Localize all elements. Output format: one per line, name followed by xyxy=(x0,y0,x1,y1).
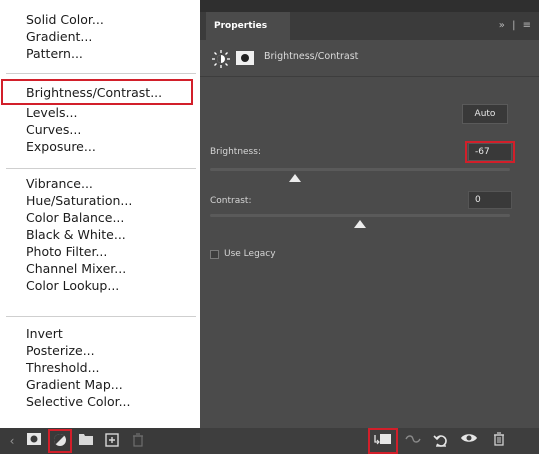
panel-tabbar: Properties » | ≡ xyxy=(200,12,539,40)
menu-item-black-white[interactable]: Black & White... xyxy=(26,227,126,243)
trash-icon[interactable] xyxy=(490,432,508,450)
folder-icon[interactable] xyxy=(78,433,94,449)
menu-item-posterize[interactable]: Posterize... xyxy=(26,343,95,359)
menu-item-exposure[interactable]: Exposure... xyxy=(26,139,96,155)
menu-item-gradient[interactable]: Gradient... xyxy=(26,29,92,45)
brightness-label: Brightness: xyxy=(210,147,261,157)
view-previous-state-icon[interactable] xyxy=(404,432,422,450)
menu-item-threshold[interactable]: Threshold... xyxy=(26,360,100,376)
layer-mask-icon[interactable] xyxy=(26,433,42,449)
properties-header: Brightness/Contrast xyxy=(200,40,539,77)
panel-topbar xyxy=(200,0,539,12)
layers-toolbar: ‹ xyxy=(0,428,200,454)
layer-mask-icon[interactable] xyxy=(236,51,254,65)
highlight-box xyxy=(465,141,515,163)
menu-separator xyxy=(6,168,196,169)
link-icon[interactable]: ‹ xyxy=(4,433,20,449)
brightness-slider-track[interactable] xyxy=(210,168,510,171)
use-legacy-label: Use Legacy xyxy=(224,249,276,259)
menu-item-channel-mixer[interactable]: Channel Mixer... xyxy=(26,261,126,277)
visibility-eye-icon[interactable] xyxy=(460,432,478,450)
menu-item-pattern[interactable]: Pattern... xyxy=(26,46,83,62)
panel-menu-icon[interactable]: » | ≡ xyxy=(499,20,533,31)
properties-panel: Properties » | ≡ Brightness/Contrast Aut… xyxy=(200,0,539,454)
tab-properties[interactable]: Properties xyxy=(206,12,290,40)
menu-item-photo-filter[interactable]: Photo Filter... xyxy=(26,244,107,260)
highlight-box xyxy=(368,428,398,454)
trash-icon[interactable] xyxy=(130,433,146,449)
new-layer-icon[interactable] xyxy=(104,433,120,449)
menu-item-gradient-map[interactable]: Gradient Map... xyxy=(26,377,123,393)
properties-bottom-bar xyxy=(200,428,539,454)
highlight-box xyxy=(48,429,72,453)
menu-item-color-lookup[interactable]: Color Lookup... xyxy=(26,278,119,294)
contrast-label: Contrast: xyxy=(210,196,252,206)
brightness-slider-thumb[interactable] xyxy=(289,174,301,182)
menu-item-vibrance[interactable]: Vibrance... xyxy=(26,176,93,192)
menu-separator xyxy=(6,316,196,317)
adjustment-title: Brightness/Contrast xyxy=(264,51,359,62)
menu-item-curves[interactable]: Curves... xyxy=(26,122,81,138)
use-legacy-checkbox[interactable] xyxy=(210,250,219,259)
contrast-slider-thumb[interactable] xyxy=(354,220,366,228)
highlight-box xyxy=(1,79,193,105)
menu-item-invert[interactable]: Invert xyxy=(26,326,63,342)
menu-item-hue-saturation[interactable]: Hue/Saturation... xyxy=(26,193,132,209)
auto-button[interactable]: Auto xyxy=(462,104,508,124)
menu-separator xyxy=(6,73,196,74)
menu-item-levels[interactable]: Levels... xyxy=(26,105,77,121)
reset-icon[interactable] xyxy=(432,432,450,450)
contrast-value-field[interactable]: 0 xyxy=(468,191,512,209)
menu-item-color-balance[interactable]: Color Balance... xyxy=(26,210,124,226)
adjustment-menu: Solid Color... Gradient... Pattern... Br… xyxy=(0,0,200,428)
menu-item-solid-color[interactable]: Solid Color... xyxy=(26,12,104,28)
contrast-slider-track[interactable] xyxy=(210,214,510,217)
brightness-sun-icon xyxy=(212,50,230,68)
menu-item-selective-color[interactable]: Selective Color... xyxy=(26,394,131,410)
